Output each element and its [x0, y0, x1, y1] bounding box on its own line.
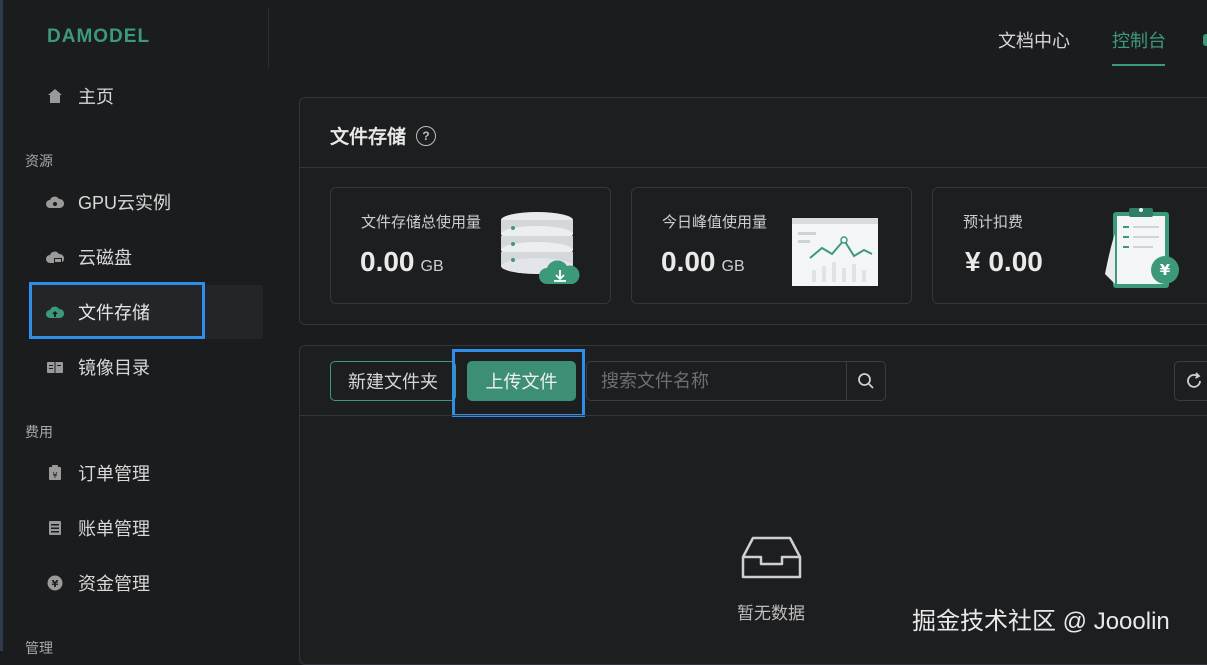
bill-list-icon [46, 519, 64, 537]
sidebar-item-funds[interactable]: ¥ 资金管理 [30, 556, 263, 610]
sidebar-item-orders[interactable]: ¥ 订单管理 [30, 446, 263, 500]
empty-state-text: 暂无数据 [737, 604, 805, 623]
group-label-manage: 管理 [25, 640, 53, 656]
topnav-extra-indicator [1203, 34, 1207, 46]
help-icon[interactable]: ? [416, 125, 437, 146]
search-input[interactable] [587, 362, 846, 400]
watermark: 掘金技术社区 @ Jooolin [912, 608, 1170, 635]
sidebar-item-label: 主页 [78, 87, 114, 107]
stat-label: 文件存储总使用量 [361, 214, 482, 231]
stat-value: ¥ 0.00 [965, 246, 1043, 277]
stat-card-peak: 今日峰值使用量 0.00 GB [631, 187, 912, 304]
line-chart-illustration-icon [792, 218, 878, 286]
cloud-gear-icon [46, 193, 64, 211]
logo[interactable]: DAMODEL [47, 26, 150, 48]
sidebar-item-label: 云磁盘 [78, 248, 132, 268]
svg-text:¥: ¥ [52, 471, 57, 480]
topnav-docs[interactable]: 文档中心 [998, 27, 1070, 53]
stat-card-total: 文件存储总使用量 0.00 GB [330, 187, 611, 304]
sidebar-item-label: 资金管理 [78, 574, 150, 594]
order-icon: ¥ [46, 464, 64, 482]
sidebar-item-label: 账单管理 [78, 519, 150, 539]
sidebar-item-image-dir[interactable]: 镜像目录 [30, 340, 263, 394]
stat-label: 预计扣费 [963, 214, 1024, 231]
sidebar-item-label: GPU云实例 [78, 193, 172, 213]
sidebar-item-gpu[interactable]: GPU云实例 [30, 175, 263, 229]
stat-label: 今日峰值使用量 [662, 214, 768, 231]
svg-text:¥: ¥ [52, 579, 59, 590]
topnav-active-underline [1112, 64, 1165, 66]
topnav-console[interactable]: 控制台 [1112, 27, 1166, 53]
sidebar-item-home[interactable]: 主页 [30, 69, 263, 123]
refresh-icon [1187, 372, 1201, 388]
empty-inbox-icon [741, 536, 802, 579]
new-folder-button[interactable]: 新建文件夹 [330, 361, 456, 401]
group-label-resources: 资源 [25, 153, 53, 169]
page-title: 文件存储 ? [330, 122, 437, 149]
clipboard-bill-illustration-icon: ¥ [1105, 208, 1179, 288]
book-icon [46, 358, 64, 376]
stat-value: 0.00 GB [661, 246, 745, 277]
panel-divider [300, 167, 1207, 168]
highlight-box-upload [452, 349, 585, 417]
toolbar-divider [300, 415, 1207, 416]
search-icon [858, 373, 874, 389]
refresh-button[interactable] [1174, 361, 1207, 401]
cloud-disk-icon [46, 248, 64, 266]
page-title-text: 文件存储 [330, 127, 407, 148]
yuan-coin-icon: ¥ [46, 574, 64, 592]
sidebar-item-label: 订单管理 [78, 464, 150, 484]
home-icon [46, 87, 64, 105]
group-label-billing: 费用 [25, 424, 53, 440]
highlight-box-sidebar [29, 282, 205, 339]
window-edge [0, 0, 3, 651]
sidebar-item-cloud-disk[interactable]: 云磁盘 [30, 230, 263, 284]
stat-value: 0.00 GB [360, 246, 444, 277]
database-illustration-icon [501, 212, 580, 284]
svg-text:¥: ¥ [1160, 261, 1171, 279]
sidebar-item-label: 镜像目录 [78, 358, 150, 378]
header-divider [268, 8, 269, 68]
search-box [586, 361, 886, 401]
sidebar-item-bills[interactable]: 账单管理 [30, 501, 263, 555]
search-button[interactable] [846, 362, 885, 400]
stat-card-estimate: 预计扣费 ¥ 0.00 ¥ [932, 187, 1207, 304]
